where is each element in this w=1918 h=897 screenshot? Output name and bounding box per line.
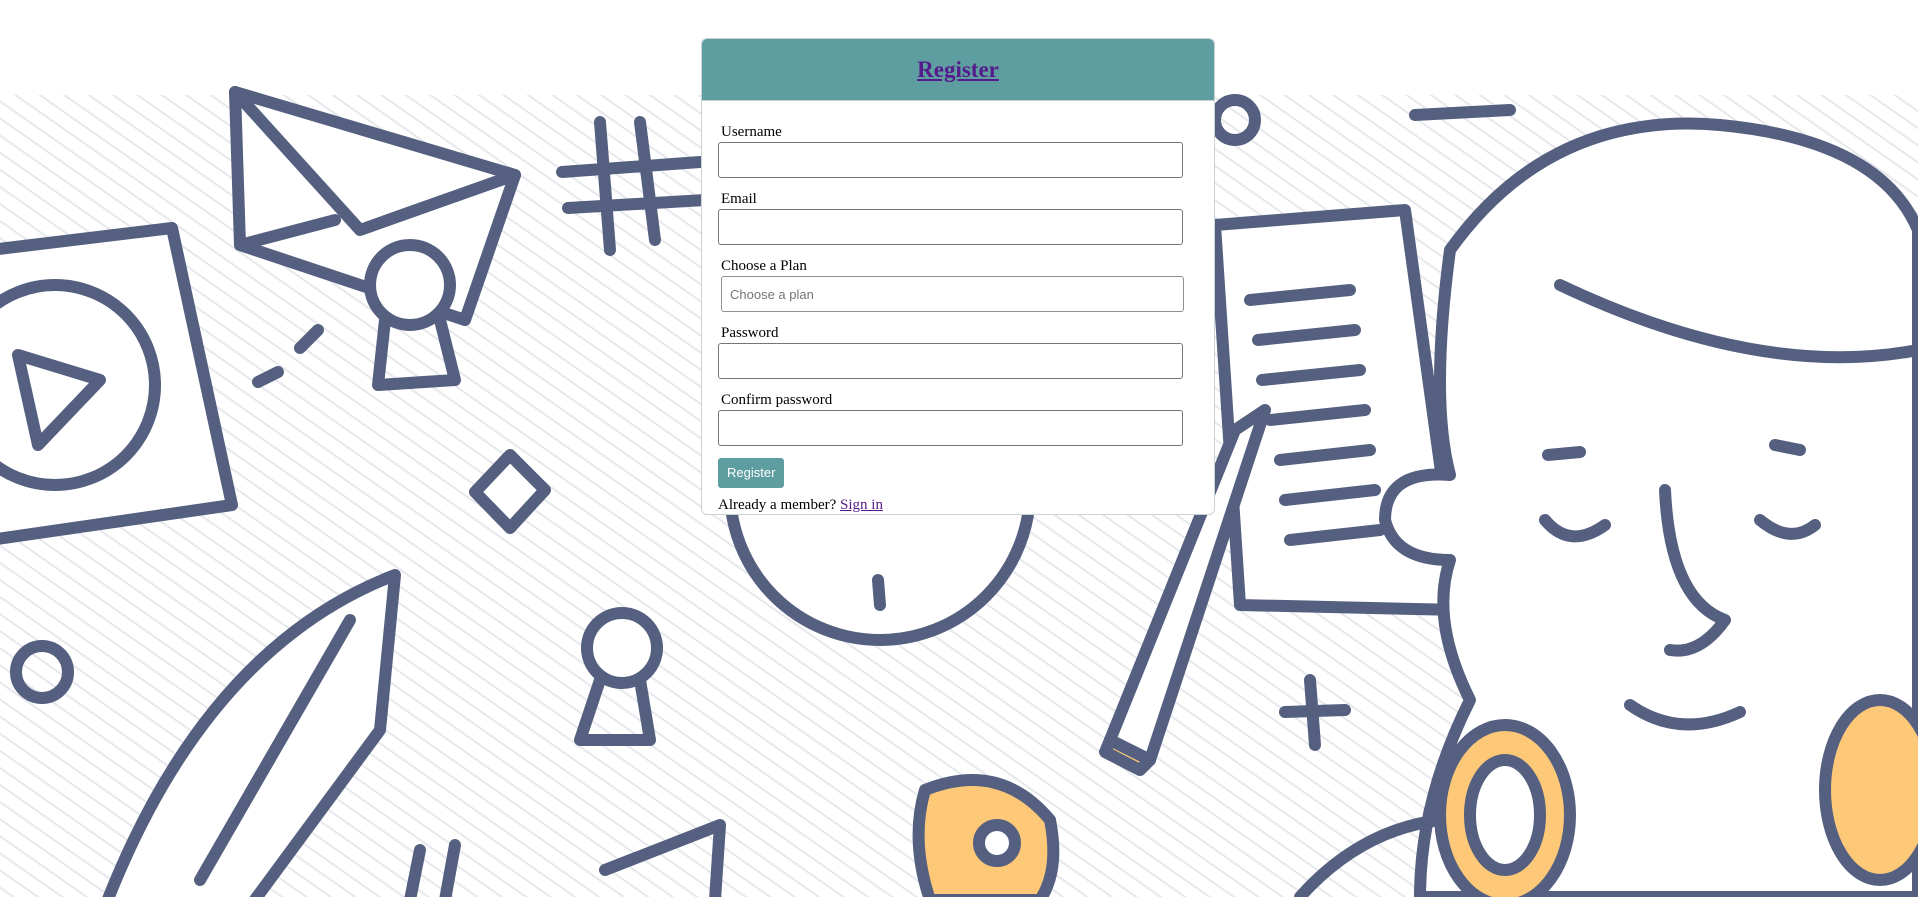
email-label: Email [721,191,757,207]
location-pin-icon [912,774,1060,897]
username-field[interactable] [718,142,1183,178]
password-label: Password [721,325,779,341]
sign-in-link[interactable]: Sign in [840,497,883,513]
confirm-password-field[interactable] [718,410,1183,446]
plan-field[interactable] [721,276,1184,312]
confirm-password-label: Confirm password [721,392,833,408]
member-line: Already a member? Sign in [718,497,1198,514]
register-card: Register Username Email Choose a Plan Pa… [701,38,1215,515]
register-form: Username Email Choose a Plan Password Co… [702,101,1214,514]
register-button[interactable]: Register [718,458,785,488]
password-field[interactable] [718,343,1183,379]
register-title-link[interactable]: Register [917,57,999,83]
plan-label: Choose a Plan [721,258,807,274]
username-label: Username [721,124,782,140]
email-field[interactable] [718,209,1183,245]
member-text: Already a member? [718,497,837,513]
card-header: Register [702,39,1214,101]
